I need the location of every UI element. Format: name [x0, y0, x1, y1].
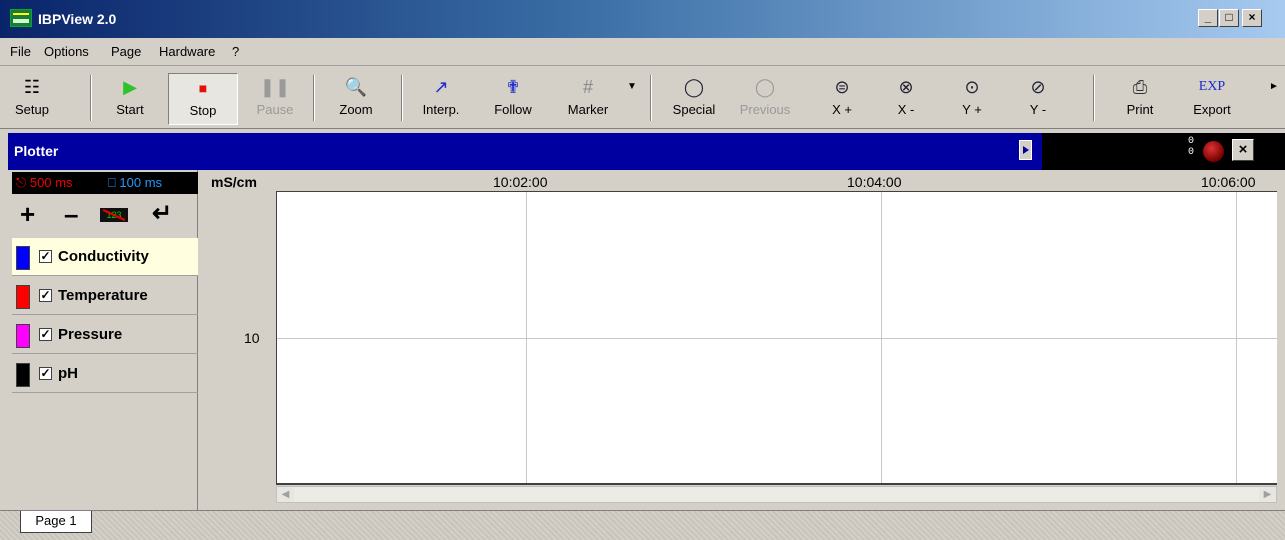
scroll-right-icon[interactable]: ▶: [1259, 487, 1276, 502]
separator: [90, 75, 92, 121]
separator: [313, 75, 315, 121]
page-tab-bar: Page 1: [0, 510, 1285, 540]
menu-file[interactable]: File: [10, 44, 31, 59]
color-swatch[interactable]: [16, 324, 30, 348]
previous-icon: ◯: [754, 77, 776, 97]
minimize-button[interactable]: _: [1198, 9, 1218, 27]
numeric-display-icon[interactable]: 123: [100, 208, 128, 222]
menu-help[interactable]: ?: [232, 44, 239, 59]
zoom-button[interactable]: 🔍 Zoom: [333, 73, 379, 125]
x-minus-button[interactable]: ⊗ X -: [886, 73, 926, 125]
rate-display: ⎋ 500 ms ⎕ 100 ms: [12, 172, 198, 194]
y-tick-label: 10: [244, 330, 260, 346]
print-button[interactable]: ⎙ Print: [1118, 73, 1162, 125]
y-zoom-in-icon: ⊙: [964, 77, 980, 97]
channel-checkbox[interactable]: ✓: [39, 328, 52, 341]
channel-temperature[interactable]: ✓ Temperature: [12, 277, 198, 315]
y-zoom-out-icon: ⊘: [1030, 77, 1046, 97]
scroll-left-icon[interactable]: ◀: [277, 487, 294, 502]
follow-button[interactable]: ✟ Follow: [488, 73, 538, 125]
interp-button[interactable]: ↗ Interp.: [416, 73, 466, 125]
start-button[interactable]: ▶ Start: [108, 73, 152, 125]
remove-channel-button[interactable]: –: [64, 200, 78, 228]
time-label: 10:02:00: [493, 174, 548, 190]
menu-bar: File Options Page Hardware ?: [0, 38, 1285, 66]
setup-icon: ☷: [23, 77, 41, 97]
add-channel-button[interactable]: +: [20, 200, 35, 228]
dropdown-arrow-icon: ▼: [627, 81, 637, 92]
y-axis-unit: mS/cm: [211, 174, 257, 190]
channel-conductivity[interactable]: ✓ Conductivity: [12, 238, 198, 276]
separator: [401, 75, 403, 121]
close-button[interactable]: ×: [1242, 9, 1262, 27]
play-icon: ▶: [123, 77, 137, 97]
menu-hardware[interactable]: Hardware: [159, 44, 215, 59]
sample-rate: ⎋ 500 ms: [16, 175, 73, 190]
export-button[interactable]: EXP Export: [1184, 73, 1240, 125]
pause-icon: ❚❚: [259, 77, 291, 97]
x-zoom-out-icon: ⊗: [898, 77, 914, 97]
color-swatch[interactable]: [16, 285, 30, 309]
display-rate: ⎕ 100 ms: [108, 175, 163, 190]
plot-area[interactable]: [276, 191, 1277, 485]
maximize-button[interactable]: □: [1219, 9, 1239, 27]
horizontal-scrollbar[interactable]: ◀ ▶: [276, 486, 1277, 503]
interpolate-icon: ↗: [433, 77, 449, 97]
pause-button[interactable]: ❚❚ Pause: [252, 73, 298, 125]
chevron-right-icon: ►: [1269, 81, 1279, 92]
special-icon: ◯: [683, 77, 705, 97]
marker-icon: #: [582, 77, 593, 97]
app-icon: [10, 9, 32, 27]
time-label: 10:06:00: [1201, 174, 1256, 190]
color-swatch[interactable]: [16, 246, 30, 270]
setup-button[interactable]: ☷ Setup: [12, 73, 52, 125]
plotter-title: Plotter: [14, 143, 59, 159]
stop-button[interactable]: ■ Stop: [168, 73, 238, 125]
channel-name: Pressure: [58, 326, 123, 343]
counter-top: 0: [1188, 136, 1195, 147]
y-plus-button[interactable]: ⊙ Y +: [952, 73, 992, 125]
follow-icon: ✟: [505, 77, 521, 97]
channel-checkbox[interactable]: ✓: [39, 367, 52, 380]
counter-bottom: 0: [1188, 147, 1195, 158]
channel-name: Temperature: [58, 287, 148, 304]
separator: [650, 75, 652, 121]
channel-pressure[interactable]: ✓ Pressure: [12, 316, 198, 354]
window-title: IBPView 2.0: [38, 11, 117, 27]
marker-dropdown[interactable]: ▼: [626, 73, 638, 125]
time-label: 10:04:00: [847, 174, 902, 190]
grid-line: [277, 338, 1277, 339]
previous-button[interactable]: ◯ Previous: [730, 73, 800, 125]
special-button[interactable]: ◯ Special: [666, 73, 722, 125]
menu-options[interactable]: Options: [44, 44, 89, 59]
printer-icon: ⎙: [1132, 77, 1148, 97]
export-icon: EXP: [1198, 79, 1226, 94]
separator: [1093, 75, 1095, 121]
channel-ph[interactable]: ✓ pH: [12, 355, 198, 393]
x-plus-button[interactable]: ⊜ X +: [822, 73, 862, 125]
plotter-header: Plotter 0 0 ×: [8, 133, 1285, 170]
toolbar: ☷ Setup ▶ Start ■ Stop ❚❚ Pause 🔍 Zoom ↗…: [0, 67, 1285, 129]
menu-page[interactable]: Page: [111, 44, 141, 59]
title-bar: IBPView 2.0 _ □ ×: [0, 0, 1285, 38]
zoom-icon: 🔍: [344, 77, 368, 97]
toolbar-overflow[interactable]: ►: [1268, 73, 1280, 125]
stop-icon: ■: [198, 80, 208, 96]
axis-reset-icon[interactable]: ↵: [152, 200, 172, 228]
record-indicator-icon[interactable]: [1203, 141, 1224, 162]
x-zoom-in-icon: ⊜: [834, 77, 850, 97]
counter: 0 0: [1188, 136, 1194, 158]
channel-panel: ⎋ 500 ms ⎕ 100 ms + – 123 ↵ ✓ Conductivi…: [8, 170, 198, 510]
channel-checkbox[interactable]: ✓: [39, 289, 52, 302]
y-minus-button[interactable]: ⊘ Y -: [1018, 73, 1058, 125]
color-swatch[interactable]: [16, 363, 30, 387]
channel-name: Conductivity: [58, 248, 149, 265]
tab-page-1[interactable]: Page 1: [20, 511, 92, 533]
close-plotter-button[interactable]: ×: [1232, 139, 1254, 161]
channel-name: pH: [58, 365, 78, 382]
marker-button[interactable]: # Marker: [560, 73, 616, 125]
channel-checkbox[interactable]: ✓: [39, 250, 52, 263]
expand-arrow-button[interactable]: [1019, 140, 1032, 160]
